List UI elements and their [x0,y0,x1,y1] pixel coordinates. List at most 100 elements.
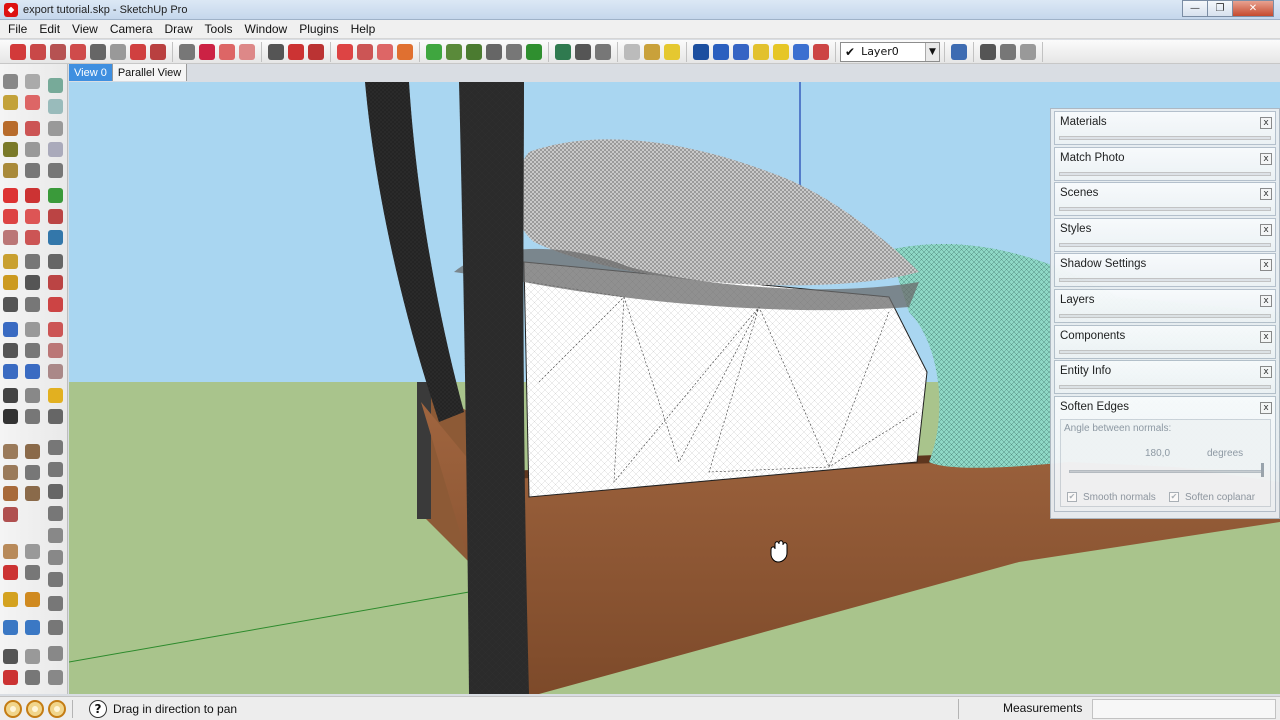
back-view-icon[interactable] [773,43,789,60]
layer-manager-icon[interactable] [951,43,967,60]
close-icon[interactable]: x [1260,259,1272,272]
help-icon[interactable] [288,43,304,60]
panel-layers[interactable]: Layers x [1054,288,1276,323]
panel-collapse-bar[interactable] [1059,171,1271,176]
pan-tool-icon[interactable] [25,322,40,337]
front-view-tool-icon[interactable] [48,484,63,499]
dimension-tool-icon[interactable] [25,275,40,290]
push-pull-tool-icon[interactable] [25,188,40,203]
fog-icon[interactable] [644,43,660,60]
line-tool-icon[interactable] [25,121,40,136]
zoom-window-tool-icon[interactable] [25,343,40,358]
house-style-5-icon[interactable] [3,486,18,501]
zoom-extents-icon[interactable] [397,43,413,60]
front-view-icon[interactable] [733,43,749,60]
polygon-tool-icon[interactable] [3,163,18,178]
panel-scenes[interactable]: Scenes x [1054,182,1276,217]
panel-collapse-bar[interactable] [1059,278,1271,283]
menu-draw[interactable]: Draw [159,22,199,36]
share-model-icon[interactable] [486,43,502,60]
menu-view[interactable]: View [66,22,104,36]
make-component-icon[interactable] [30,43,46,60]
tab-view-0[interactable]: View 0 [69,64,113,81]
circle-tool-icon[interactable] [3,142,18,157]
iso-view-icon[interactable] [693,43,709,60]
solid-subtract-icon[interactable] [48,620,63,635]
paint-bucket-icon[interactable] [70,43,86,60]
walk-tool-icon[interactable] [3,388,18,403]
zoom-window-icon[interactable] [48,297,63,312]
paint-tool-icon[interactable] [3,95,18,110]
binoculars-icon[interactable] [25,649,40,664]
add-location-icon[interactable] [426,43,442,60]
angle-slider[interactable] [1069,469,1262,473]
house-style-1-icon[interactable] [3,444,18,459]
panel-collapse-bar[interactable] [1059,207,1271,212]
eraser-tool-icon[interactable] [25,95,40,110]
menu-edit[interactable]: Edit [33,22,66,36]
eraser-icon[interactable] [50,43,66,60]
geolocation-icon[interactable] [4,699,22,718]
close-icon[interactable]: x [1260,294,1272,307]
look-around-icon[interactable] [25,364,40,379]
link-tool-icon[interactable] [25,544,40,559]
house-style-7-icon[interactable] [3,507,18,522]
preview-earth-icon[interactable] [526,43,542,60]
rectangle-tool-icon[interactable] [3,121,18,136]
stamp-icon[interactable] [48,142,63,157]
help-question-icon[interactable]: ? [89,699,107,718]
top-view-icon[interactable] [713,43,729,60]
shadow-icon[interactable] [624,43,640,60]
menu-file[interactable]: File [2,22,33,36]
solid-intersect-icon[interactable] [48,596,63,611]
flip-edge-icon[interactable] [48,209,63,224]
sandbox-scratch-icon[interactable] [48,99,63,114]
3d-text-icon[interactable] [48,254,63,269]
section-cuts-icon[interactable] [1020,43,1036,60]
dotted-line-icon[interactable] [3,565,18,580]
curve-icon[interactable] [25,565,40,580]
hand-tool-icon[interactable] [3,544,18,559]
close-icon[interactable]: x [1260,330,1272,343]
text-icon[interactable] [239,43,255,60]
tape-tool-icon[interactable] [3,254,18,269]
share-component-icon[interactable] [595,43,611,60]
tools-icon[interactable] [48,409,63,424]
maximize-button[interactable]: ❐ [1207,0,1233,17]
photo-textures-icon[interactable] [506,43,522,60]
toggle-terrain-icon[interactable] [446,43,462,60]
print-icon[interactable] [3,670,18,685]
move-icon[interactable] [150,43,166,60]
panel-collapse-bar[interactable] [1059,136,1271,140]
zoom-icon[interactable] [377,43,393,60]
menu-tools[interactable]: Tools [199,22,239,36]
right-view-tool-icon[interactable] [48,506,63,521]
panel-collapse-bar[interactable] [1059,385,1271,390]
angle-slider-handle[interactable] [1261,462,1264,477]
zoom-extents-tool-icon[interactable] [48,322,63,337]
close-icon[interactable]: x [1260,223,1272,236]
orbit-icon[interactable] [337,43,353,60]
select-tool-icon[interactable] [3,74,18,89]
pan-icon[interactable] [357,43,373,60]
protractor-icon[interactable] [219,43,235,60]
right-view-icon[interactable] [753,43,769,60]
menu-help[interactable]: Help [345,22,382,36]
soften-coplanar-checkbox[interactable]: ✔ Soften coplanar [1169,492,1255,503]
credits-icon[interactable] [26,699,44,718]
line-icon[interactable] [110,43,126,60]
section-plane-tool-icon[interactable] [25,409,40,424]
panel-entity-info[interactable]: Entity Info x [1054,360,1276,395]
footprints-icon[interactable] [3,409,18,424]
zoom-tool-icon[interactable] [3,343,18,358]
freehand-tool-icon[interactable] [25,163,40,178]
close-icon[interactable]: x [1260,152,1272,165]
close-icon[interactable]: x [1260,188,1272,201]
add-detail-icon[interactable] [48,188,63,203]
rotate-tool-icon[interactable] [3,209,18,224]
panel-soften-edges[interactable]: Soften Edges x Angle between normals: 18… [1054,395,1276,512]
instructor-icon[interactable] [308,43,324,60]
offset-tool-icon[interactable] [25,230,40,245]
sun-icon[interactable] [48,388,63,403]
axes-tool-icon[interactable] [48,230,63,245]
